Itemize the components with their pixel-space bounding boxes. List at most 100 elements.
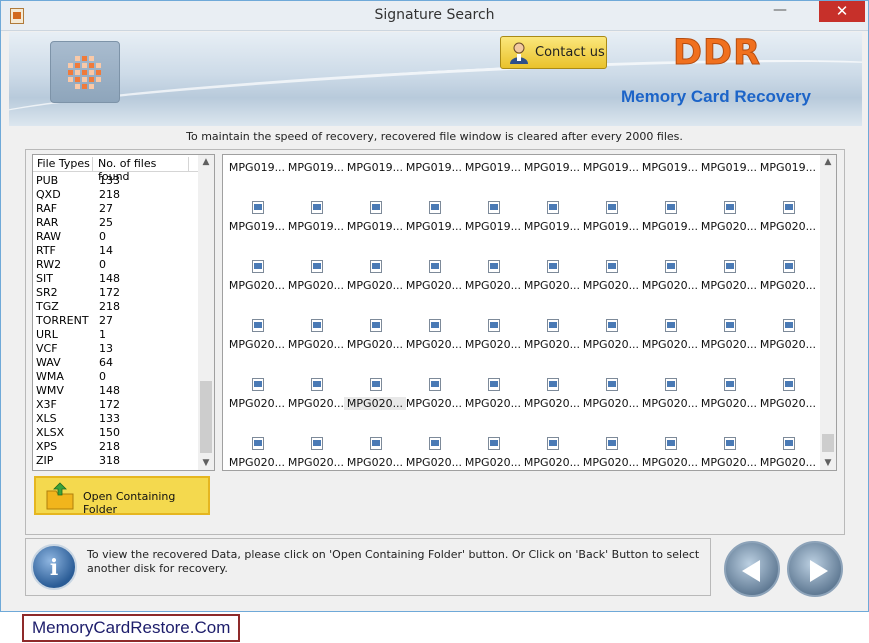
file-type-row[interactable]: RAF 27	[33, 202, 198, 216]
recovered-file-item[interactable]: MPG020...	[759, 437, 817, 470]
column-header-file-types[interactable]: File Types	[33, 157, 93, 172]
recovered-file-item[interactable]: MPG019...	[641, 201, 699, 260]
recovered-file-item[interactable]: MPG020...	[405, 378, 463, 437]
close-button[interactable]: ✕	[819, 1, 865, 22]
file-type-row[interactable]: QXD 218	[33, 188, 198, 202]
recovered-file-item[interactable]: MPG019...	[346, 201, 404, 260]
contact-us-button[interactable]: Contact us	[500, 36, 607, 69]
recovered-file-item[interactable]: MPG020...	[228, 437, 286, 470]
recovered-file-item[interactable]: MPG020...	[228, 378, 286, 437]
recovered-file-item[interactable]: MPG020...	[641, 260, 699, 319]
file-type-row[interactable]: VCF 13	[33, 342, 198, 356]
recovered-file-item[interactable]: MPG020...	[759, 260, 817, 319]
recovered-file-item[interactable]: MPG020...	[523, 260, 581, 319]
recovered-file-item[interactable]: MPG019...	[228, 201, 286, 260]
back-button[interactable]	[724, 541, 780, 597]
column-header-files-found[interactable]: No. of files found	[94, 157, 189, 183]
recovered-file-item[interactable]: MPG020...	[700, 201, 758, 260]
file-type-row[interactable]: XLS 133	[33, 412, 198, 426]
recovered-file-item[interactable]: MPG019...	[523, 201, 581, 260]
next-button[interactable]	[787, 541, 843, 597]
file-type-row[interactable]: WMV 148	[33, 384, 198, 398]
recovered-file-item[interactable]: MPG020...	[405, 319, 463, 378]
scroll-thumb[interactable]	[200, 381, 212, 453]
recovered-file-item[interactable]: MPG020...	[700, 378, 758, 437]
file-type-row[interactable]: URL 1	[33, 328, 198, 342]
recovered-file-item[interactable]: MPG020...	[523, 319, 581, 378]
file-type-row[interactable]: TGZ 218	[33, 300, 198, 314]
recovered-file-item[interactable]: MPG020...	[405, 260, 463, 319]
files-scrollbar[interactable]: ▲ ▼	[820, 155, 836, 470]
recovered-file-item[interactable]: MPG020...	[759, 319, 817, 378]
recovered-file-item[interactable]: MPG020...	[228, 260, 286, 319]
recovered-file-item[interactable]: MPG019...	[759, 155, 817, 201]
recovered-file-item[interactable]: MPG020...	[464, 260, 522, 319]
scroll-up-arrow-icon[interactable]: ▲	[198, 155, 214, 169]
recovered-file-item[interactable]: MPG019...	[287, 201, 345, 260]
file-type-row[interactable]: RTF 14	[33, 244, 198, 258]
recovered-file-item[interactable]: MPG020...	[346, 437, 404, 470]
recovered-file-item[interactable]: MPG020...	[405, 437, 463, 470]
file-type-row[interactable]: WAV 64	[33, 356, 198, 370]
recovered-file-item[interactable]: MPG019...	[405, 155, 463, 201]
recovered-file-item[interactable]: MPG020...	[582, 260, 640, 319]
file-type-row[interactable]: XPS 218	[33, 440, 198, 454]
recovered-files-panel[interactable]: MPG019... MPG019... MPG019... MPG019... MPG0…	[222, 154, 837, 471]
recovered-file-item[interactable]: MPG019...	[582, 201, 640, 260]
file-type-row[interactable]: SR2 172	[33, 286, 198, 300]
recovered-file-item[interactable]: MPG020...	[641, 378, 699, 437]
recovered-file-item[interactable]: MPG020...	[344, 378, 406, 437]
recovered-file-item[interactable]: MPG020...	[582, 437, 640, 470]
file-type-row[interactable]: RW2 0	[33, 258, 198, 272]
scroll-up-arrow-icon[interactable]: ▲	[820, 155, 836, 169]
file-type-row[interactable]: SIT 148	[33, 272, 198, 286]
file-types-list[interactable]: File Types No. of files found PUB 133 QXD 2…	[32, 154, 215, 471]
recovered-file-item[interactable]: MPG019...	[641, 155, 699, 201]
recovered-file-item[interactable]: MPG020...	[582, 378, 640, 437]
scroll-down-arrow-icon[interactable]: ▼	[820, 456, 836, 470]
recovered-file-item[interactable]: MPG020...	[582, 319, 640, 378]
recovered-file-item[interactable]: MPG020...	[759, 201, 817, 260]
recovered-file-item[interactable]: MPG020...	[464, 437, 522, 470]
file-type-row[interactable]: PUB 133	[33, 174, 198, 188]
recovered-file-item[interactable]: MPG019...	[464, 201, 522, 260]
recovered-file-item[interactable]: MPG019...	[523, 155, 581, 201]
recovered-file-item[interactable]: MPG020...	[759, 378, 817, 437]
file-type-row[interactable]: TORRENT 27	[33, 314, 198, 328]
recovered-file-item[interactable]: MPG019...	[582, 155, 640, 201]
recovered-file-item[interactable]: MPG019...	[287, 155, 345, 201]
recovered-file-item[interactable]: MPG020...	[346, 319, 404, 378]
file-type-row[interactable]: RAR 25	[33, 216, 198, 230]
recovered-file-item[interactable]: MPG019...	[346, 155, 404, 201]
recovered-file-item[interactable]: MPG020...	[700, 319, 758, 378]
file-type-row[interactable]: WMA 0	[33, 370, 198, 384]
recovered-file-item[interactable]: MPG019...	[405, 201, 463, 260]
recovered-file-item[interactable]: MPG020...	[464, 378, 522, 437]
file-types-scrollbar[interactable]: ▲ ▼	[198, 155, 214, 470]
open-containing-folder-button[interactable]: Open Containing Folder	[34, 476, 210, 516]
recovered-file-item[interactable]: MPG020...	[464, 319, 522, 378]
recovered-file-item[interactable]: MPG020...	[287, 319, 345, 378]
recovered-file-item[interactable]: MPG020...	[641, 437, 699, 470]
scroll-down-arrow-icon[interactable]: ▼	[198, 456, 214, 470]
file-type-row[interactable]: XLSX 150	[33, 426, 198, 440]
recovered-file-item[interactable]: MPG020...	[700, 260, 758, 319]
recovered-file-item[interactable]: MPG020...	[287, 378, 345, 437]
recovered-file-item[interactable]: MPG020...	[346, 260, 404, 319]
minimize-button[interactable]: —	[767, 1, 793, 23]
recovered-file-item[interactable]: MPG020...	[287, 260, 345, 319]
recovered-file-item[interactable]: MPG020...	[228, 319, 286, 378]
recovered-file-item[interactable]: MPG019...	[228, 155, 286, 201]
recovered-file-item[interactable]: MPG020...	[641, 319, 699, 378]
recovered-file-item[interactable]: MPG019...	[700, 155, 758, 201]
recovered-file-item[interactable]: MPG019...	[464, 155, 522, 201]
file-type-row[interactable]: ZIP 318	[33, 454, 198, 468]
file-type-row[interactable]: X3F 172	[33, 398, 198, 412]
website-link[interactable]: MemoryCardRestore.Com	[22, 614, 241, 642]
file-type-row[interactable]: RAW 0	[33, 230, 198, 244]
recovered-file-item[interactable]: MPG020...	[700, 437, 758, 470]
recovered-file-item[interactable]: MPG020...	[287, 437, 345, 470]
recovered-file-item[interactable]: MPG020...	[523, 437, 581, 470]
recovered-file-item[interactable]: MPG020...	[523, 378, 581, 437]
scroll-thumb[interactable]	[822, 434, 834, 452]
